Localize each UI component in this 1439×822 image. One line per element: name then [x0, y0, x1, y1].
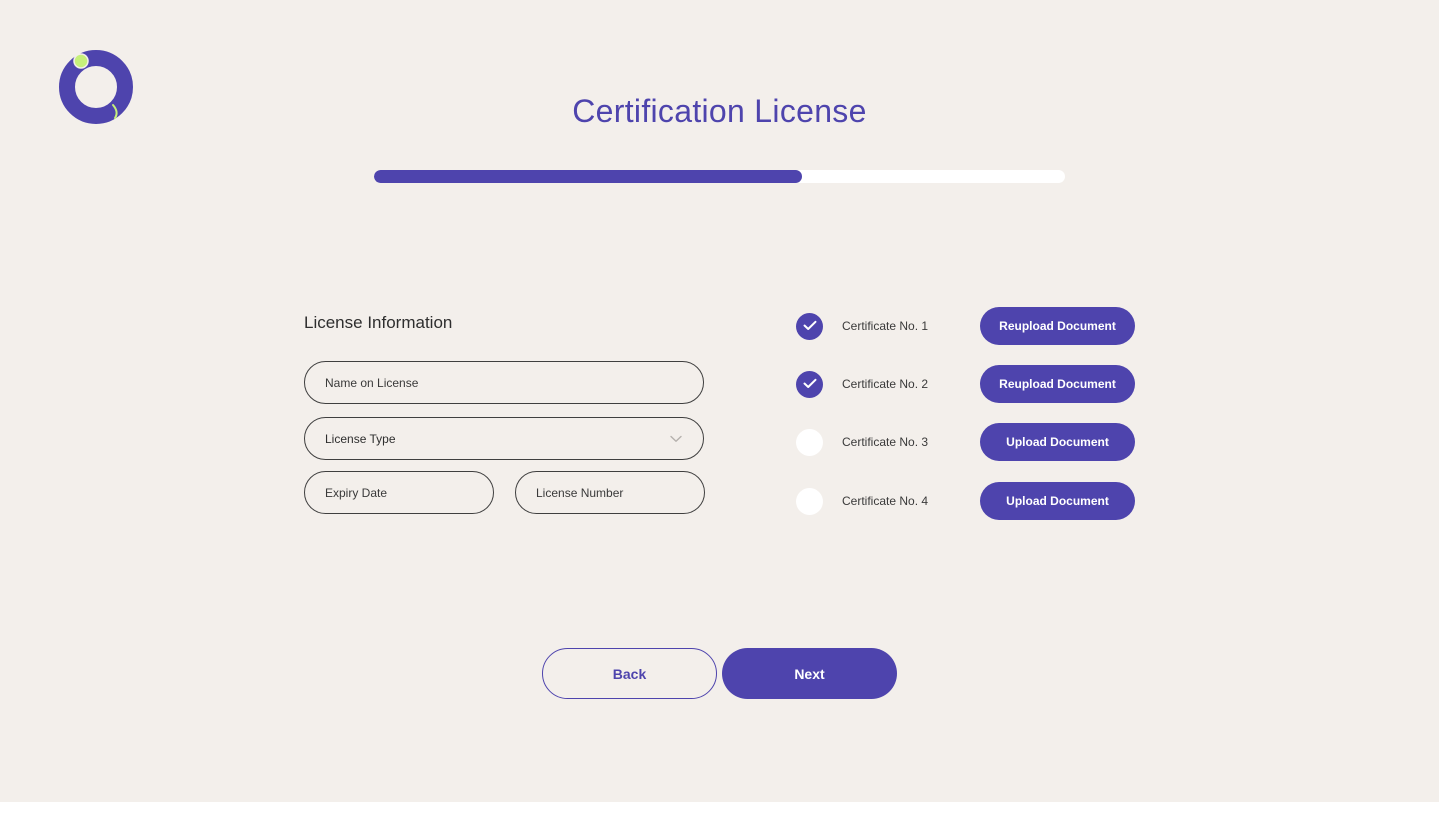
- section-heading: License Information: [304, 313, 453, 332]
- progress-bar-fill: [374, 170, 803, 183]
- chevron-down-icon: [669, 432, 683, 446]
- certificate-label: Certificate No. 1: [842, 319, 929, 333]
- license-type-select[interactable]: License Type: [304, 417, 704, 460]
- certificate-status-empty: [796, 429, 823, 456]
- checkmark-icon: [803, 318, 817, 336]
- page: Certification License License Informatio…: [0, 0, 1439, 802]
- upload-document-button[interactable]: Upload Document: [980, 423, 1135, 461]
- progress-bar: [374, 170, 1065, 183]
- certificate-row: Certificate No. 3 Upload Document: [795, 423, 1135, 461]
- certificate-label: Certificate No. 3: [842, 435, 929, 449]
- reupload-document-button[interactable]: Reupload Document: [980, 307, 1135, 345]
- certificate-row: Certificate No. 4 Upload Document: [795, 482, 1135, 520]
- name-on-license-input[interactable]: [304, 361, 704, 404]
- certificate-status-checked: [796, 313, 823, 340]
- checkmark-icon: [803, 376, 817, 394]
- certificate-row: Certificate No. 1 Reupload Document: [795, 307, 1135, 345]
- upload-document-button[interactable]: Upload Document: [980, 482, 1135, 520]
- certificate-status-empty: [796, 488, 823, 515]
- certificate-label: Certificate No. 4: [842, 494, 929, 508]
- certificate-status-checked: [796, 371, 823, 398]
- certificate-row: Certificate No. 2 Reupload Document: [795, 365, 1135, 403]
- back-button[interactable]: Back: [542, 648, 717, 699]
- license-number-input[interactable]: [515, 471, 705, 514]
- page-title: Certification License: [572, 93, 867, 129]
- expiry-date-input[interactable]: [304, 471, 494, 514]
- license-type-value: License Type: [325, 431, 396, 446]
- reupload-document-button[interactable]: Reupload Document: [980, 365, 1135, 403]
- next-button[interactable]: Next: [722, 648, 897, 699]
- certificate-label: Certificate No. 2: [842, 377, 929, 391]
